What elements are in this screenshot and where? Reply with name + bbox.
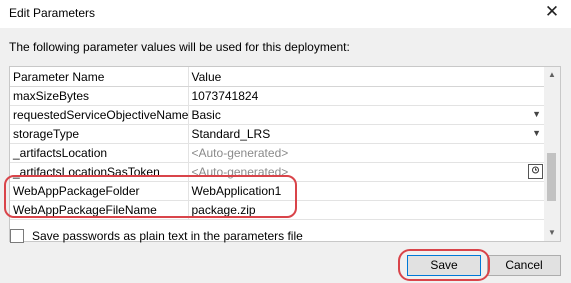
chevron-down-icon[interactable]: ▼: [532, 109, 541, 119]
param-value-field[interactable]: 1073741824: [188, 86, 546, 106]
dialog-body: The following parameter values will be u…: [0, 28, 571, 283]
param-value: Standard_LRS: [191, 127, 271, 141]
scrollbar-thumb[interactable]: [547, 153, 556, 201]
column-header-parameter-name: Parameter Name: [10, 67, 189, 87]
window-title: Edit Parameters: [9, 6, 96, 20]
save-passwords-label: Save passwords as plain text in the para…: [32, 229, 303, 243]
param-value-field[interactable]: <Auto-generated>: [188, 143, 546, 163]
scroll-up-icon[interactable]: ▲: [544, 67, 560, 83]
save-passwords-checkbox-row[interactable]: Save passwords as plain text in the para…: [10, 229, 303, 243]
highlight-callout-save: [398, 249, 490, 281]
vertical-scrollbar[interactable]: ▲ ▼: [544, 67, 560, 241]
save-passwords-checkbox[interactable]: [10, 229, 24, 243]
cancel-button[interactable]: Cancel: [487, 255, 561, 276]
param-name: maxSizeBytes: [10, 86, 189, 106]
table-row[interactable]: requestedServiceObjectiveName Basic ▼: [10, 105, 546, 125]
param-value-dropdown[interactable]: Basic ▼: [188, 105, 546, 125]
column-header-value: Value: [188, 67, 546, 87]
chevron-down-icon[interactable]: ▼: [532, 128, 541, 138]
scroll-down-icon[interactable]: ▼: [544, 225, 560, 241]
param-name: storageType: [10, 124, 189, 144]
intro-text: The following parameter values will be u…: [9, 40, 350, 54]
close-icon[interactable]: ✕: [542, 2, 562, 22]
param-name: _artifactsLocation: [10, 143, 189, 163]
highlight-callout-parameters: [4, 175, 297, 218]
param-value: Basic: [191, 108, 221, 122]
table-row[interactable]: storageType Standard_LRS ▼: [10, 124, 546, 144]
title-bar: Edit Parameters ✕: [0, 0, 571, 28]
edit-secret-icon[interactable]: [528, 164, 543, 179]
table-row[interactable]: _artifactsLocation <Auto-generated>: [10, 143, 546, 163]
param-value-dropdown[interactable]: Standard_LRS ▼: [188, 124, 546, 144]
param-name: requestedServiceObjectiveName: [10, 105, 189, 125]
table-header-row: Parameter Name Value: [10, 67, 546, 87]
table-row[interactable]: maxSizeBytes 1073741824: [10, 86, 546, 106]
